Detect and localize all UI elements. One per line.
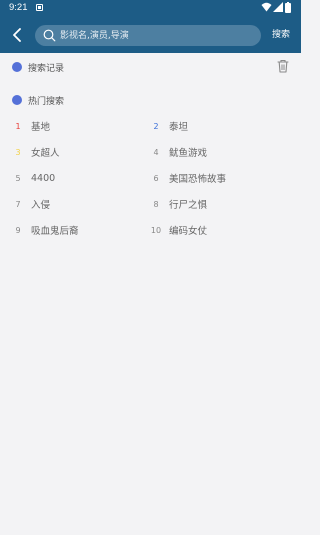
search-history-header: 搜索记录: [12, 60, 64, 74]
search-icon: [43, 29, 56, 42]
hot-search-item[interactable]: 8 行尸之惧: [149, 195, 207, 213]
hot-search-item[interactable]: 1 基地: [11, 117, 50, 135]
search-box[interactable]: [35, 25, 261, 46]
hot-rank: 2: [153, 121, 159, 131]
hot-search-item[interactable]: 3 女超人: [11, 143, 60, 161]
hot-name: 行尸之惧: [169, 200, 208, 211]
hot-search-item[interactable]: 2 泰坦: [149, 117, 188, 135]
hot-rank: 1: [15, 121, 21, 131]
search-history-title: 搜索记录: [28, 63, 65, 74]
status-time: 9:21: [9, 2, 28, 13]
hot-name: 基地: [31, 122, 51, 133]
app-bar: 9:21 搜索: [0, 0, 301, 53]
hot-name: 美国恐怖故事: [169, 174, 227, 185]
hot-name: 编码女仗: [169, 226, 208, 237]
chevron-left-icon: [13, 28, 21, 42]
cellular-signal-icon: [273, 2, 283, 12]
status-bar: 9:21: [0, 0, 301, 16]
hot-search-title: 热门搜索: [28, 96, 65, 107]
section-dot-icon: [12, 62, 22, 72]
hot-name: 吸血鬼后裔: [31, 226, 79, 237]
back-button[interactable]: [8, 25, 26, 45]
search-button[interactable]: 搜索: [266, 28, 296, 43]
hot-search-item[interactable]: 9 吸血鬼后裔: [11, 221, 79, 239]
hot-search-item[interactable]: 6 美国恐怖故事: [149, 169, 226, 187]
hot-name: 女超人: [31, 148, 60, 159]
hot-search-item[interactable]: 10 编码女仗: [149, 221, 207, 239]
hot-search-item[interactable]: 7 入侵: [11, 195, 50, 213]
hot-search-item[interactable]: 5 4400: [11, 169, 55, 187]
hot-name: 鱿鱼游戏: [169, 148, 208, 159]
hot-rank: 3: [15, 147, 21, 157]
trash-icon[interactable]: [277, 59, 289, 73]
battery-icon: [285, 2, 291, 13]
hot-name: 入侵: [31, 200, 51, 211]
hot-search-header: 热门搜索: [12, 93, 64, 107]
notification-icon: [36, 4, 43, 11]
hot-rank: 8: [153, 199, 159, 209]
hot-name: 4400: [31, 172, 56, 184]
hot-rank: 9: [15, 225, 21, 235]
hot-name: 泰坦: [169, 122, 189, 133]
hot-rank: 5: [15, 173, 21, 183]
hot-search-item[interactable]: 4 鱿鱼游戏: [149, 143, 207, 161]
hot-rank: 7: [15, 199, 21, 209]
hot-rank: 4: [153, 147, 159, 157]
wifi-icon: [261, 2, 272, 12]
search-input[interactable]: [60, 25, 255, 46]
hot-rank: 6: [153, 173, 159, 183]
hot-rank: 10: [150, 225, 162, 235]
section-dot-icon: [12, 95, 22, 105]
